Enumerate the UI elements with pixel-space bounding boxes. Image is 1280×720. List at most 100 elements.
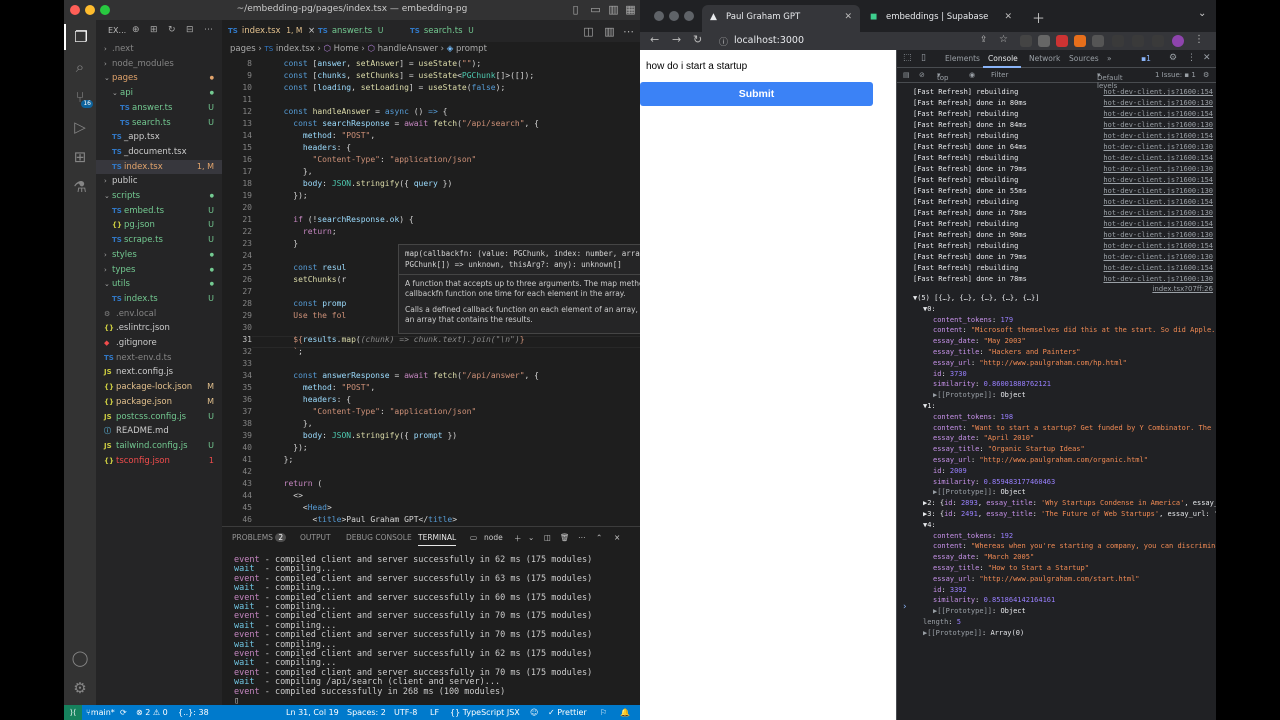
more-actions-icon[interactable]: ⋯ [204, 25, 213, 35]
explorer-icon[interactable]: ❐ [64, 24, 96, 50]
code-line[interactable]: <Head> [274, 503, 332, 512]
code-line[interactable]: method: "POST", [274, 131, 375, 140]
tree-file[interactable]: TS scrape.ts U [96, 233, 222, 248]
code-line[interactable]: body: JSON.stringify({ query }) [274, 179, 452, 188]
clear-console-icon[interactable]: ⊘ [919, 71, 925, 79]
object-tree-line[interactable]: ▶[[Prototype]]: Object [933, 607, 1026, 615]
sync-icon[interactable]: ⟳ [120, 705, 127, 720]
console-prompt[interactable]: › [903, 602, 907, 612]
log-source-link[interactable]: hot-dev-client.js?1600:130 [1103, 231, 1213, 239]
object-tree-line[interactable]: essay_title: "Hackers and Painters" [933, 348, 1081, 356]
code-line[interactable]: }); [274, 191, 307, 200]
tab-answer-ts[interactable]: TS answer.ts U [312, 20, 402, 42]
object-tree-line[interactable]: ▶[[Prototype]]: Array(0) [923, 629, 1024, 637]
code-line[interactable]: }); [274, 443, 307, 452]
tree-file[interactable]: {} package-lock.json M [96, 380, 222, 395]
tree-file[interactable]: ⚙ .env.local [96, 307, 222, 322]
code-line[interactable]: `; [274, 347, 303, 356]
inspect-element-icon[interactable]: ⬚ [903, 53, 912, 63]
tree-file[interactable]: ◆ .gitignore [96, 336, 222, 351]
code-line[interactable]: const handleAnswer = async () => { [274, 107, 448, 116]
code-line[interactable]: return ( [274, 479, 323, 488]
new-file-icon[interactable]: ⊕ [132, 25, 140, 35]
breadcrumb-item[interactable]: pages [230, 44, 256, 54]
code-line[interactable]: <title>Paul Graham GPT</title> [274, 515, 458, 524]
chevron-down-icon[interactable]: ⌄ [528, 533, 534, 542]
code-line[interactable]: return; [274, 227, 337, 236]
extension-icon[interactable] [1038, 35, 1050, 47]
problems-status[interactable]: ⊗ 2 ⚠ 0 [136, 705, 168, 720]
run-debug-icon[interactable]: ▷ [64, 114, 96, 140]
code-line[interactable]: const resul [274, 263, 346, 272]
submit-button[interactable]: Submit [640, 82, 873, 106]
chevron-down-icon[interactable]: ⌄ [1198, 8, 1206, 19]
tree-file[interactable]: {} package.json M [96, 395, 222, 410]
tree-file[interactable]: {} pg.json U [96, 218, 222, 233]
code-line[interactable]: method: "POST", [274, 383, 375, 392]
new-folder-icon[interactable]: ⊞ [150, 25, 158, 35]
log-source-link[interactable]: hot-dev-client.js?1600:154 [1103, 132, 1213, 140]
tree-file[interactable]: JS tailwind.config.js U [96, 439, 222, 454]
new-terminal-icon[interactable]: ＋ [514, 533, 522, 544]
layout-icon[interactable]: ▥ [607, 3, 620, 16]
indentation-status[interactable]: Spaces: 2 [347, 705, 386, 720]
log-source-link[interactable]: index.tsx?07ff:26 [1152, 285, 1213, 293]
context-selector[interactable]: top ▾ [937, 71, 948, 82]
back-icon[interactable]: ← [650, 33, 659, 46]
toggle-panel-icon[interactable]: ▭ [589, 3, 602, 16]
customize-layout-icon[interactable]: ▦ [624, 3, 637, 16]
query-input[interactable] [640, 53, 874, 80]
terminal-name[interactable]: node [484, 533, 503, 542]
trash-icon[interactable]: 🗑 [560, 533, 570, 542]
tab-supabase[interactable]: ◼ embeddings | Supabase ✕ [862, 5, 1020, 32]
tree-folder[interactable]: ⌄ api ● [96, 86, 222, 101]
object-tree-line[interactable]: length: 5 [923, 618, 961, 626]
code-line[interactable]: const answerResponse = await fetch("/api… [274, 371, 539, 380]
zoom-window-button[interactable] [684, 11, 694, 21]
breadcrumb-item[interactable]: handleAnswer [378, 44, 438, 54]
tree-folder[interactable]: › types ● [96, 263, 222, 278]
site-info-icon[interactable]: ⓘ [719, 35, 728, 48]
log-source-link[interactable]: hot-dev-client.js?1600:154 [1103, 220, 1213, 228]
object-tree-line[interactable]: essay_date: "May 2003" [933, 337, 1026, 345]
object-tree-line[interactable]: content_tokens: 179 [933, 316, 1013, 324]
close-window-button[interactable] [654, 11, 664, 21]
tab-debug-console[interactable]: DEBUG CONSOLE [346, 533, 412, 542]
tree-file[interactable]: {} tsconfig.json 1 [96, 454, 222, 469]
log-levels-dropdown[interactable]: Default levels ▾ [1097, 71, 1123, 90]
object-tree-line[interactable]: content: "Microsoft themselves did this … [933, 326, 1216, 334]
log-source-link[interactable]: hot-dev-client.js?1600:154 [1103, 88, 1213, 96]
settings-gear-icon[interactable]: ⚙ [1169, 53, 1177, 63]
tree-file[interactable]: TS embed.ts U [96, 204, 222, 219]
tab-search-ts[interactable]: TS search.ts U [404, 20, 492, 42]
tree-file[interactable]: JS next.config.js [96, 365, 222, 380]
more-actions-icon[interactable]: ⋯ [622, 25, 635, 38]
refresh-icon[interactable]: ↻ [168, 25, 176, 35]
log-source-link[interactable]: hot-dev-client.js?1600:130 [1103, 187, 1213, 195]
new-tab-icon[interactable]: ＋ [1032, 8, 1045, 27]
object-tree-line[interactable]: similarity: 0.86001888762121 [933, 380, 1051, 388]
tree-folder[interactable]: › styles ● [96, 248, 222, 263]
object-tree-line[interactable]: essay_date: "March 2005" [933, 553, 1034, 561]
bookmark-star-icon[interactable]: ☆ [999, 34, 1008, 45]
address-bar[interactable]: localhost:3000 [734, 35, 804, 46]
code-line[interactable]: Use the fol [274, 311, 346, 320]
tree-file[interactable]: TS _document.tsx [96, 145, 222, 160]
log-source-link[interactable]: hot-dev-client.js?1600:154 [1103, 110, 1213, 118]
code-line[interactable]: const [loading, setLoading] = useState(f… [274, 83, 506, 92]
log-source-link[interactable]: hot-dev-client.js?1600:130 [1103, 143, 1213, 151]
object-tree-line[interactable]: essay_date: "April 2010" [933, 434, 1034, 442]
share-icon[interactable]: ⇪ [980, 35, 988, 45]
code-line[interactable]: const promp [274, 299, 346, 308]
toggle-sidebar-icon[interactable]: ▯ [569, 3, 582, 16]
breadcrumb-item[interactable]: Home [334, 44, 359, 54]
extension-icon[interactable] [1020, 35, 1032, 47]
extension-icon[interactable] [1092, 35, 1104, 47]
log-source-link[interactable]: hot-dev-client.js?1600:130 [1103, 253, 1213, 261]
eol-status[interactable]: LF [430, 705, 439, 720]
tree-file[interactable]: TS index.ts U [96, 292, 222, 307]
object-tree-line[interactable]: essay_url: "http://www.paulgraham.com/or… [933, 456, 1148, 464]
code-line[interactable]: ${results.map((chunk) => chunk.text).joi… [274, 335, 524, 344]
forward-icon[interactable]: → [672, 33, 681, 46]
tree-folder[interactable]: › public [96, 174, 222, 189]
